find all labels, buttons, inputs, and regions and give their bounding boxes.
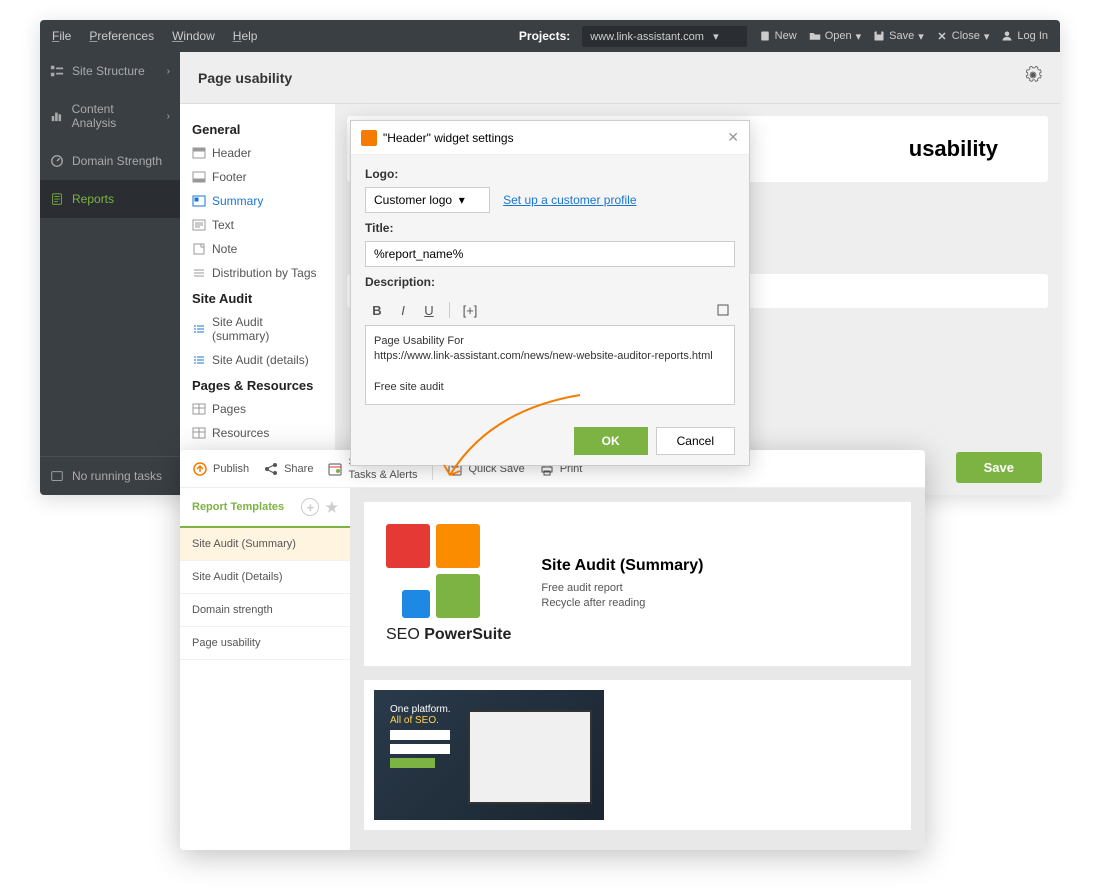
save-menu-button[interactable]: Save ▾: [873, 30, 924, 43]
website-screenshot: One platform.All of SEO.: [374, 690, 604, 820]
sidebar-domain-strength[interactable]: Domain Strength: [40, 142, 180, 180]
report-sub1: Free audit report: [541, 581, 703, 596]
open-button[interactable]: Open ▾: [809, 30, 861, 43]
menu-file[interactable]: File: [52, 29, 71, 43]
widget-sa-summary[interactable]: Site Audit (summary): [180, 310, 335, 348]
page-title: Page usability: [198, 70, 292, 86]
logo-label: Logo:: [365, 167, 735, 181]
powersuite-logo: SEO PowerSuite: [386, 524, 511, 644]
project-select[interactable]: www.link-assistant.com ▾: [582, 26, 746, 47]
header-widget-icon: [192, 146, 206, 160]
widget-text[interactable]: Text: [180, 213, 335, 237]
close-button[interactable]: Close ▾: [936, 30, 990, 43]
widget-distribution[interactable]: Distribution by Tags: [180, 261, 335, 285]
logo-select[interactable]: Customer logo ▾: [365, 187, 490, 213]
ok-button[interactable]: OK: [574, 427, 648, 455]
widget-resources[interactable]: Resources: [180, 421, 335, 445]
insert-button[interactable]: [+]: [458, 299, 482, 321]
report-header-card: SEO PowerSuite Site Audit (Summary) Free…: [364, 502, 911, 666]
template-item-1[interactable]: Site Audit (Details): [180, 561, 350, 594]
templates-header: Report Templates + ★: [180, 488, 350, 528]
report-window: Publish Share Schedule Tasks & Alerts Qu…: [180, 450, 925, 850]
reports-icon: [50, 192, 64, 206]
login-button[interactable]: Log In: [1001, 30, 1048, 42]
template-list: Report Templates + ★ Site Audit (Summary…: [180, 488, 350, 850]
footer-widget-icon: [192, 170, 206, 184]
share-button[interactable]: Share: [263, 461, 313, 477]
gear-icon[interactable]: [1024, 66, 1042, 89]
projects-label: Projects:: [519, 29, 570, 43]
fullscreen-icon[interactable]: [711, 299, 735, 321]
editor-toolbar: B I U [+]: [365, 295, 735, 325]
group-site-audit: Site Audit: [180, 285, 335, 310]
description-editor[interactable]: Page Usability For https://www.link-assi…: [365, 325, 735, 405]
underline-button[interactable]: U: [417, 299, 441, 321]
list-icon: [192, 322, 206, 336]
menu-help[interactable]: Help: [233, 29, 258, 43]
screenshot-card: One platform.All of SEO.: [364, 680, 911, 830]
menubar: File Preferences Window Help Projects: w…: [40, 20, 1060, 52]
gauge-icon: [50, 154, 64, 168]
sidebar-content-analysis[interactable]: Content Analysis›: [40, 90, 180, 142]
text-widget-icon: [192, 218, 206, 232]
favorite-icon[interactable]: ★: [325, 499, 338, 516]
dialog-logo-icon: [361, 130, 377, 146]
widget-note[interactable]: Note: [180, 237, 335, 261]
title-label: Title:: [365, 221, 735, 235]
new-button[interactable]: New: [759, 30, 797, 42]
add-template-button[interactable]: +: [301, 498, 319, 516]
italic-button[interactable]: I: [391, 299, 415, 321]
menu-window[interactable]: Window: [172, 29, 215, 43]
dialog-title: "Header" widget settings: [383, 131, 514, 145]
template-item-0[interactable]: Site Audit (Summary): [180, 528, 350, 561]
analysis-icon: [50, 109, 64, 123]
report-sub2: Recycle after reading: [541, 596, 703, 611]
description-label: Description:: [365, 275, 735, 289]
setup-profile-link[interactable]: Set up a customer profile: [503, 193, 636, 207]
distribution-widget-icon: [192, 266, 206, 280]
dialog-close-icon[interactable]: ✕: [727, 129, 739, 146]
grid-icon: [192, 402, 206, 416]
header-widget-dialog: "Header" widget settings ✕ Logo: Custome…: [350, 120, 750, 466]
widget-panel: General Header Footer Summary Text Note …: [180, 104, 335, 495]
widget-summary[interactable]: Summary: [180, 189, 335, 213]
sidebar-footer: No running tasks: [40, 456, 180, 495]
sidebar-reports[interactable]: Reports: [40, 180, 180, 218]
widget-pages[interactable]: Pages: [180, 397, 335, 421]
publish-button[interactable]: Publish: [192, 461, 249, 477]
group-pages-resources: Pages & Resources: [180, 372, 335, 397]
template-item-2[interactable]: Domain strength: [180, 594, 350, 627]
title-input[interactable]: [365, 241, 735, 267]
sidebar-site-structure[interactable]: Site Structure›: [40, 52, 180, 90]
bold-button[interactable]: B: [365, 299, 389, 321]
cancel-button[interactable]: Cancel: [656, 427, 735, 455]
group-general: General: [180, 116, 335, 141]
structure-icon: [50, 64, 64, 78]
menu-preferences[interactable]: Preferences: [89, 29, 154, 43]
widget-footer[interactable]: Footer: [180, 165, 335, 189]
widget-header[interactable]: Header: [180, 141, 335, 165]
report-preview: SEO PowerSuite Site Audit (Summary) Free…: [350, 488, 925, 850]
dialog-header: "Header" widget settings ✕: [351, 121, 749, 155]
tasks-icon: [50, 469, 64, 483]
note-widget-icon: [192, 242, 206, 256]
report-title: Site Audit (Summary): [541, 557, 703, 575]
content-header: Page usability: [180, 52, 1060, 104]
list-icon: [192, 353, 206, 367]
template-item-3[interactable]: Page usability: [180, 627, 350, 660]
sidebar: Site Structure› Content Analysis› Domain…: [40, 52, 180, 495]
widget-sa-details[interactable]: Site Audit (details): [180, 348, 335, 372]
save-button[interactable]: Save: [956, 452, 1042, 483]
summary-widget-icon: [192, 194, 206, 208]
grid-icon: [192, 426, 206, 440]
